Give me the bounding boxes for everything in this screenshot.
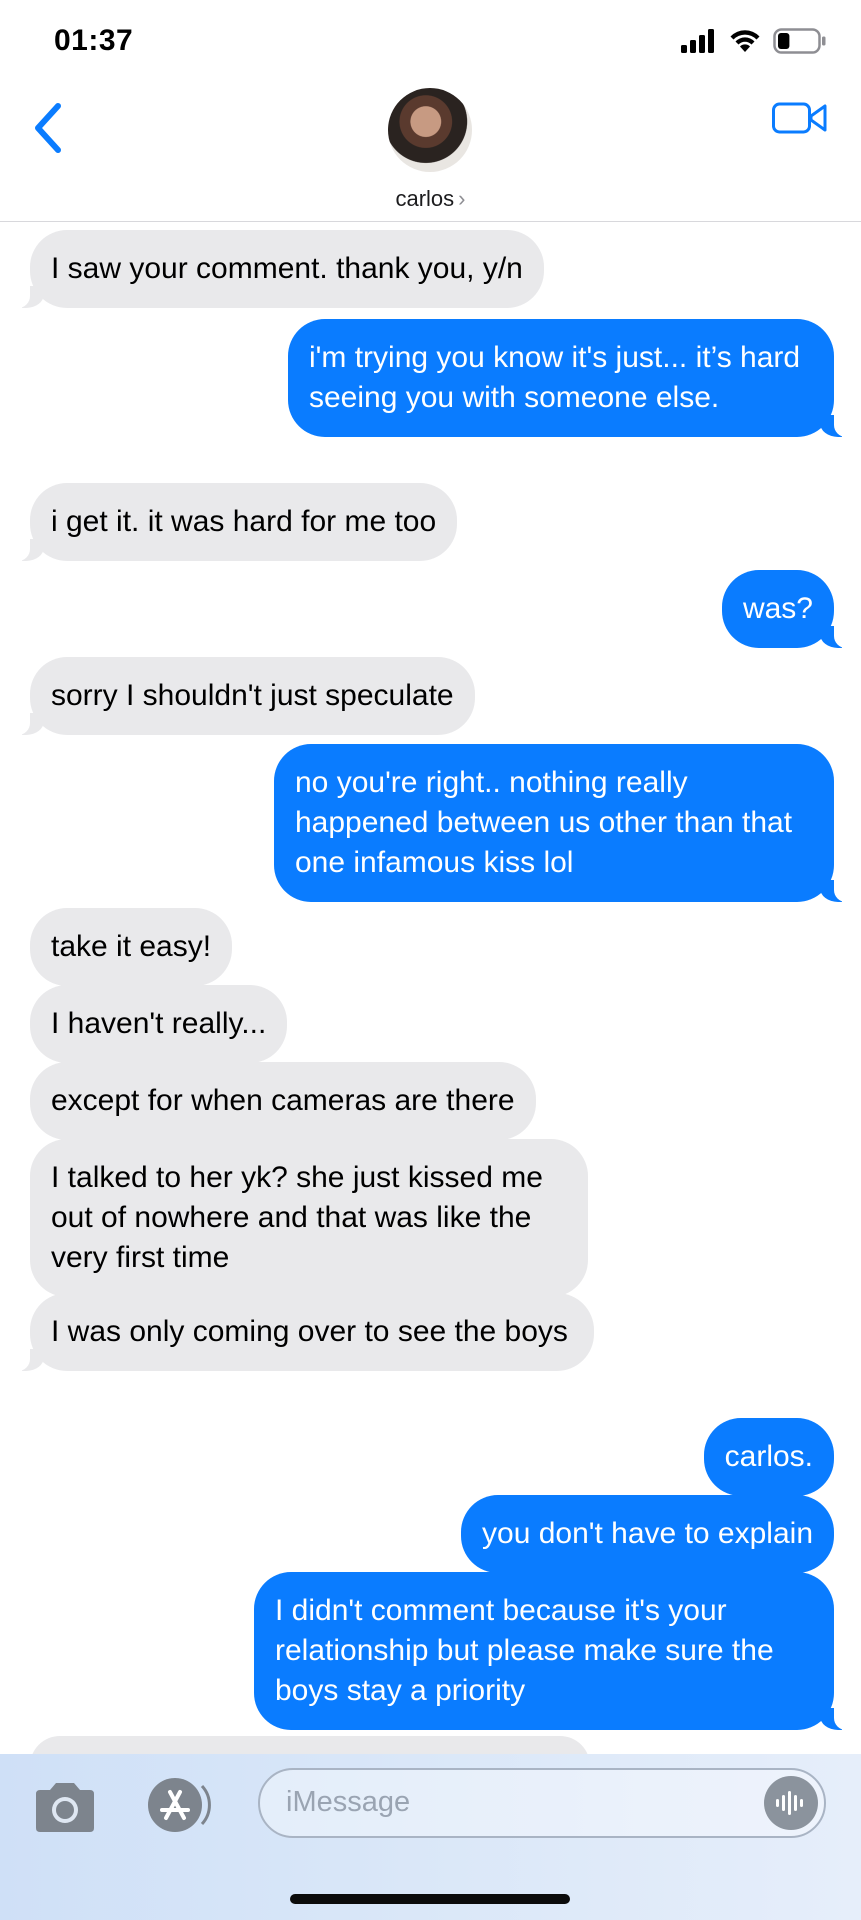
wifi-icon bbox=[730, 30, 760, 52]
contact-avatar[interactable] bbox=[388, 88, 472, 172]
incoming-message[interactable]: take it easy! bbox=[30, 908, 233, 986]
status-time: 01:37 bbox=[54, 24, 134, 57]
compose-bar: iMessage bbox=[0, 1754, 861, 1920]
battery-icon bbox=[773, 28, 826, 54]
outgoing-message[interactable]: was? bbox=[721, 570, 849, 648]
contact-name-button[interactable]: carlos › bbox=[0, 186, 861, 212]
incoming-message-partial[interactable] bbox=[30, 1736, 590, 1754]
incoming-message[interactable]: except for when cameras are there bbox=[30, 1062, 536, 1140]
status-icons bbox=[681, 28, 827, 54]
message-input[interactable]: iMessage bbox=[258, 1768, 826, 1838]
incoming-message[interactable]: I saw your comment. thank you, y/n bbox=[16, 230, 544, 308]
chevron-right-icon: › bbox=[458, 186, 466, 211]
incoming-message[interactable]: I haven't really... bbox=[30, 985, 288, 1063]
outgoing-message[interactable]: you don't have to explain bbox=[461, 1495, 834, 1573]
video-camera-icon[interactable] bbox=[771, 94, 829, 142]
incoming-message[interactable]: I was only coming over to see the boys bbox=[16, 1293, 594, 1371]
incoming-message[interactable]: I talked to her yk? she just kissed me o… bbox=[30, 1139, 588, 1297]
app-store-icon[interactable] bbox=[142, 1774, 216, 1836]
conversation-header: carlos › bbox=[0, 78, 861, 222]
home-indicator bbox=[290, 1894, 570, 1904]
chevron-left-icon[interactable] bbox=[28, 98, 68, 158]
status-bar: 01:37 bbox=[0, 0, 861, 88]
outgoing-message[interactable]: i'm trying you know it's just... it’s ha… bbox=[288, 319, 848, 437]
outgoing-message[interactable]: I didn't comment because it's your relat… bbox=[254, 1572, 848, 1730]
cellular-signal-icon bbox=[681, 29, 714, 53]
contact-name: carlos bbox=[395, 186, 455, 211]
incoming-message[interactable]: sorry I shouldn't just speculate bbox=[16, 657, 475, 735]
camera-icon[interactable] bbox=[32, 1780, 98, 1834]
message-input-placeholder: iMessage bbox=[286, 1786, 411, 1818]
waveform-icon[interactable] bbox=[764, 1776, 818, 1830]
outgoing-message[interactable]: carlos. bbox=[703, 1418, 834, 1496]
incoming-message[interactable]: i get it. it was hard for me too bbox=[15, 483, 458, 561]
outgoing-message[interactable]: no you're right.. nothing really happene… bbox=[274, 744, 848, 902]
message-thread[interactable]: I saw your comment. thank you, y/n i'm t… bbox=[0, 222, 861, 1754]
